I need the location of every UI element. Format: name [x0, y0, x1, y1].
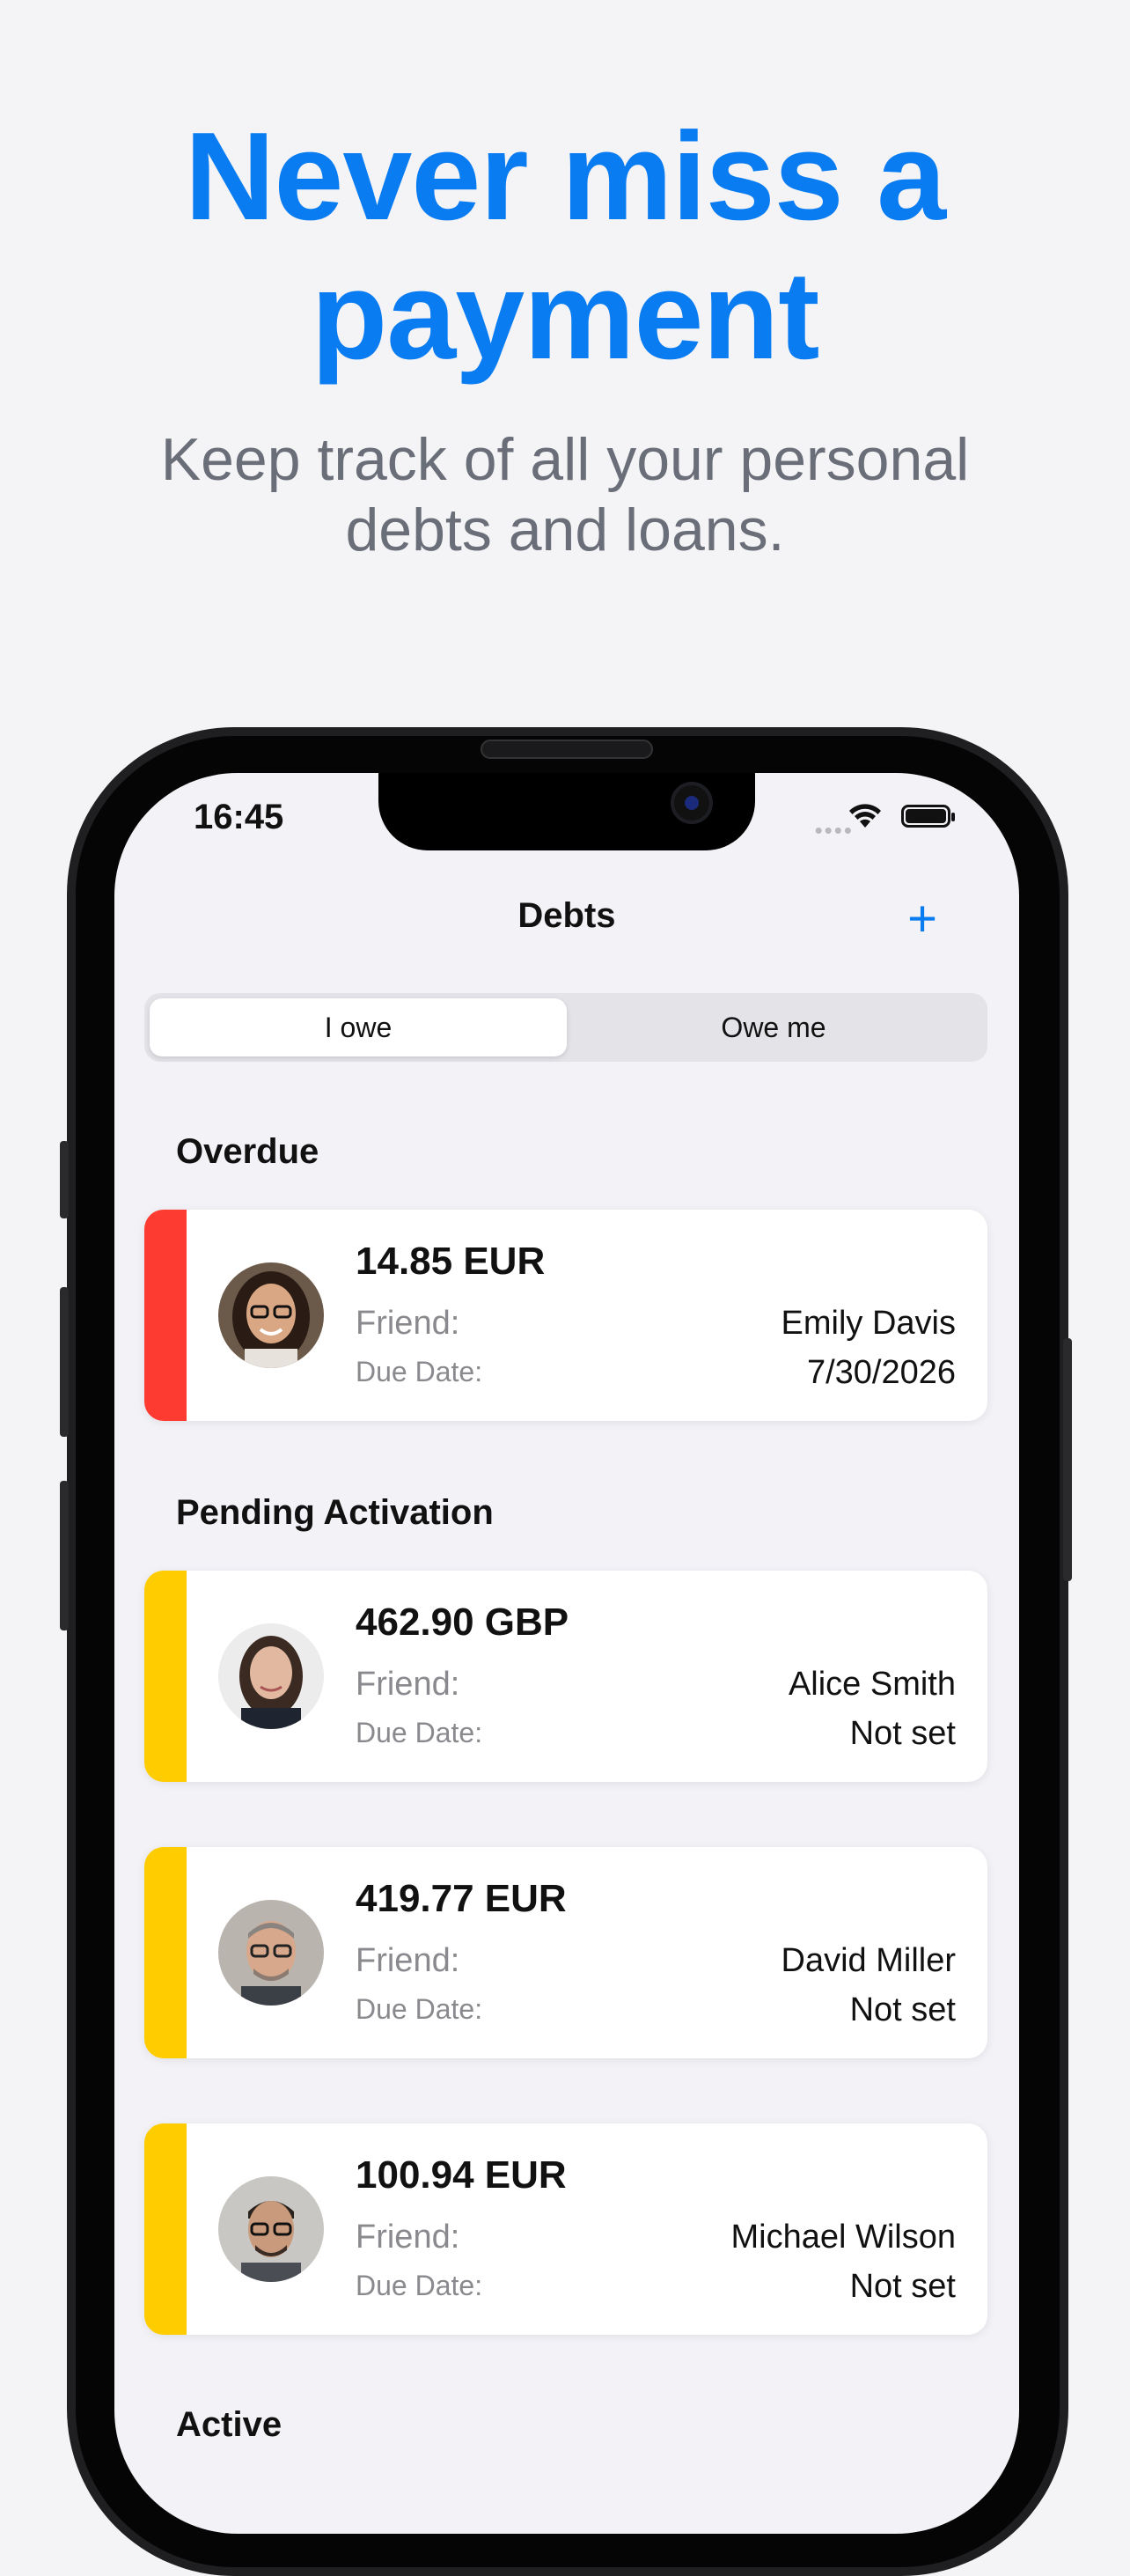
phone-screen: 16:45 •••• Debts + I owe Owe me Overdue — [114, 773, 1019, 2534]
debt-card[interactable]: 419.77 EUR Friend: Due Date: David Mille… — [144, 1847, 987, 2058]
subtitle: Keep track of all your personal debts an… — [0, 424, 1130, 565]
speaker-slot — [481, 740, 653, 759]
notch — [378, 773, 755, 850]
headline-line-1: Never miss a — [184, 107, 946, 247]
status-bar-pending — [144, 2123, 187, 2335]
side-button — [1063, 1338, 1072, 1581]
due-date-value: Not set — [849, 1991, 956, 2028]
debt-card[interactable]: 100.94 EUR Friend: Due Date: Michael Wil… — [144, 2123, 987, 2335]
avatar — [218, 1623, 324, 1729]
debt-card[interactable]: 14.85 EUR Friend: Due Date: Emily Davis … — [144, 1210, 987, 1421]
friend-name: Alice Smith — [788, 1666, 956, 1703]
status-bar-pending — [144, 1847, 187, 2058]
debt-amount: 419.77 EUR — [356, 1877, 567, 1920]
due-date-label: Due Date: — [356, 2270, 483, 2301]
battery-icon — [901, 805, 955, 828]
friend-label: Friend: — [356, 1305, 460, 1342]
section-header-pending: Pending Activation — [176, 1493, 494, 1532]
status-bar-overdue — [144, 1210, 187, 1421]
due-date-value: 7/30/2026 — [806, 1354, 956, 1391]
camera-icon — [671, 782, 713, 824]
side-button — [60, 1141, 69, 1218]
friend-label: Friend: — [356, 1666, 460, 1703]
debt-amount: 462.90 GBP — [356, 1601, 569, 1644]
segment-i-owe[interactable]: I owe — [150, 998, 567, 1056]
subtitle-line-2: debts and loans. — [345, 497, 785, 563]
add-debt-button[interactable]: + — [896, 893, 949, 946]
friend-label: Friend: — [356, 2219, 460, 2256]
side-button — [60, 1287, 69, 1437]
due-date-value: Not set — [849, 1715, 956, 1752]
avatar — [218, 1262, 324, 1368]
due-date-value: Not set — [849, 2268, 956, 2305]
avatar — [218, 1900, 324, 2006]
section-header-active: Active — [176, 2405, 282, 2444]
side-button — [60, 1481, 69, 1630]
avatar — [218, 2176, 324, 2282]
status-time: 16:45 — [194, 798, 284, 836]
segmented-control: I owe Owe me — [144, 993, 987, 1062]
headline: Never miss a payment — [0, 107, 1130, 386]
status-bar-pending — [144, 1571, 187, 1782]
friend-name: Michael Wilson — [730, 2219, 956, 2256]
status-icons: •••• — [783, 798, 959, 843]
friend-name: Emily Davis — [781, 1305, 956, 1342]
headline-line-2: payment — [311, 246, 820, 386]
debt-amount: 14.85 EUR — [356, 1240, 546, 1283]
friend-label: Friend: — [356, 1942, 460, 1979]
due-date-label: Due Date: — [356, 1717, 483, 1748]
due-date-label: Due Date: — [356, 1356, 483, 1387]
section-header-overdue: Overdue — [176, 1132, 319, 1171]
due-date-label: Due Date: — [356, 1993, 483, 2025]
page-title: Debts — [517, 896, 616, 935]
subtitle-line-1: Keep track of all your personal — [160, 426, 970, 493]
debt-amount: 100.94 EUR — [356, 2153, 567, 2197]
friend-name: David Miller — [781, 1942, 956, 1979]
debt-card[interactable]: 462.90 GBP Friend: Due Date: Alice Smith… — [144, 1571, 987, 1782]
segment-owe-me[interactable]: Owe me — [565, 998, 982, 1056]
wifi-icon — [849, 804, 881, 828]
